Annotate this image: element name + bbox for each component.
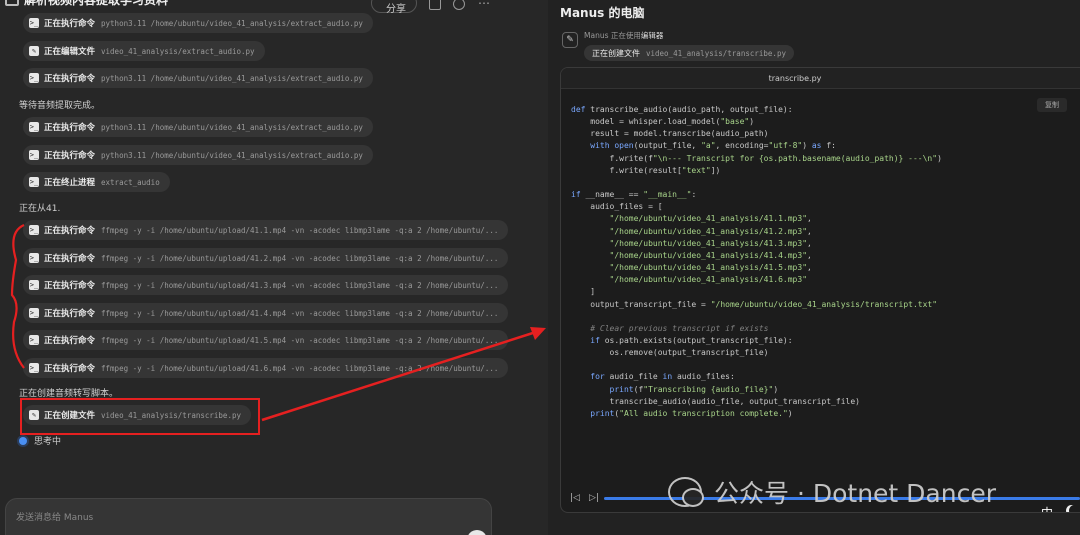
step-arg: ffmpeg -y -i /home/ubuntu/upload/41.6.mp…	[101, 363, 499, 373]
step-label: 正在执行命令	[44, 364, 96, 374]
step-arg: python3.11 /home/ubuntu/video_41_analysi…	[101, 73, 363, 83]
terminal-icon: >_	[29, 18, 39, 28]
message-composer[interactable]: 发送消息给 Manus	[5, 498, 492, 535]
copy-icon[interactable]	[429, 0, 441, 10]
step-label: 正在执行命令	[44, 336, 96, 346]
editor-filename: transcribe.py	[768, 74, 822, 83]
share-label: 分享	[386, 4, 406, 15]
step-chip[interactable]: >_ 正在执行命令 ffmpeg -y -i /home/ubuntu/upload…	[23, 303, 509, 323]
step-chip[interactable]: >_ 正在执行命令 ffmpeg -y -i /home/ubuntu/upload…	[23, 330, 509, 350]
step-arg: ffmpeg -y -i /home/ubuntu/upload/41.5.mp…	[101, 335, 499, 345]
thinking-status: 思考中	[19, 434, 61, 447]
step-label: 正在执行命令	[44, 226, 96, 236]
step-label: 正在执行命令	[44, 19, 96, 29]
step-chip[interactable]: >_ 正在执行命令 python3.11 /home/ubuntu/video_41…	[23, 13, 373, 33]
step-arg: ffmpeg -y -i /home/ubuntu/upload/41.3.mp…	[101, 280, 499, 290]
terminal-icon: >_	[29, 177, 39, 187]
step-chip[interactable]: >_ 正在执行命令 ffmpeg -y -i /home/ubuntu/upload…	[23, 358, 509, 378]
watermark: 公众号 · Dotnet Dancer	[668, 474, 996, 510]
step-label: 正在执行命令	[44, 254, 96, 264]
action-pill: 正在创建文件 video_41_analysis/transcribe.py	[584, 45, 794, 61]
sidebar-toggle-icon[interactable]	[5, 0, 19, 6]
more-icon[interactable]: ⋯	[478, 0, 490, 10]
step-arg: ffmpeg -y -i /home/ubuntu/upload/41.2.mp…	[101, 253, 499, 263]
step-chip[interactable]: >_ 正在执行命令 ffmpeg -y -i /home/ubuntu/upload…	[23, 220, 509, 240]
step-label: 正在执行命令	[44, 123, 96, 133]
step-chip[interactable]: >_ 正在执行命令 ffmpeg -y -i /home/ubuntu/upload…	[23, 275, 509, 295]
thinking-label: 思考中	[34, 437, 62, 447]
step-chip[interactable]: >_ 正在执行命令 ffmpeg -y -i /home/ubuntu/upload…	[23, 248, 509, 268]
annotation-highlight-box	[20, 398, 260, 435]
task-title: 解析视频内容提取学习资料	[24, 0, 169, 7]
step-arg: video_41_analysis/extract_audio.py	[101, 46, 255, 56]
tool-status: ✎ Manus 正在使用编辑器 正在创建文件 video_41_analysis/…	[558, 30, 794, 61]
terminal-icon: >_	[29, 122, 39, 132]
action-arg: video_41_analysis/transcribe.py	[646, 48, 786, 58]
share-button[interactable]: 分享	[371, 0, 417, 15]
chat-panel: 解析视频内容提取学习资料 分享 ⋯ >_ 正在执行命令 python3.11 /ho…	[0, 0, 548, 535]
step-label: 正在终止进程	[44, 178, 96, 188]
using-prefix: Manus 正在使用	[584, 31, 641, 40]
step-arg: ffmpeg -y -i /home/ubuntu/upload/41.1.mp…	[101, 225, 499, 235]
step-chip[interactable]: >_ 正在执行命令 python3.11 /home/ubuntu/video_41…	[23, 117, 373, 137]
terminal-icon: >_	[29, 363, 39, 373]
step-arg: extract_audio	[101, 177, 160, 187]
action-label: 正在创建文件	[592, 48, 640, 58]
wechat-icon	[668, 477, 704, 507]
step-label: 正在执行命令	[44, 309, 96, 319]
terminal-icon: >_	[29, 73, 39, 83]
skip-forward-icon[interactable]: ▷|	[589, 493, 599, 503]
step-arg: python3.11 /home/ubuntu/video_41_analysi…	[101, 18, 363, 28]
step-label: 正在执行命令	[44, 281, 96, 291]
computer-panel: Manus 的电脑 ✎ Manus 正在使用编辑器 正在创建文件 video_41…	[548, 0, 1080, 535]
code-content: def transcribe_audio(audio_path, output_…	[571, 105, 942, 418]
using-tool: 编辑器	[640, 31, 664, 40]
copy-button[interactable]: 复制	[1037, 98, 1067, 112]
step-chip[interactable]: ✎ 正在编辑文件 video_41_analysis/extract_audio.p…	[23, 41, 265, 61]
step-label: 正在编辑文件	[44, 47, 96, 57]
edit-icon: ✎	[29, 46, 39, 56]
composer-placeholder: 发送消息给 Manus	[16, 513, 94, 523]
step-arg: ffmpeg -y -i /home/ubuntu/upload/41.4.mp…	[101, 308, 499, 318]
watermark-text: 公众号 · Dotnet Dancer	[714, 479, 996, 508]
step-label: 正在执行命令	[44, 74, 96, 84]
terminal-icon: >_	[29, 150, 39, 160]
step-arg: python3.11 /home/ubuntu/video_41_analysi…	[101, 122, 363, 132]
step-chip[interactable]: >_ 正在执行命令 python3.11 /home/ubuntu/video_41…	[23, 145, 373, 165]
editor-filename-bar: transcribe.py	[561, 68, 1080, 89]
terminal-icon: >_	[29, 335, 39, 345]
computer-title: Manus 的电脑	[560, 6, 645, 20]
terminal-icon: >_	[29, 280, 39, 290]
assistant-message: 正在从41.	[19, 204, 61, 214]
step-chip[interactable]: >_ 正在终止进程 extract_audio	[23, 172, 170, 192]
app-root: 解析视频内容提取学习资料 分享 ⋯ >_ 正在执行命令 python3.11 /ho…	[0, 0, 1080, 535]
task-header: 解析视频内容提取学习资料	[0, 0, 548, 14]
terminal-icon: >_	[29, 308, 39, 318]
step-label: 正在执行命令	[44, 151, 96, 161]
send-button[interactable]	[467, 530, 487, 535]
editor-icon: ✎	[562, 32, 578, 48]
code-editor: transcribe.py 复制 def transcribe_audio(au…	[560, 67, 1080, 513]
terminal-icon: >_	[29, 253, 39, 263]
assistant-message: 等待音频提取完成。	[19, 101, 101, 111]
using-line: Manus 正在使用编辑器	[584, 30, 794, 41]
terminal-icon: >_	[29, 225, 39, 235]
status-dot-icon	[19, 436, 27, 445]
step-arg: python3.11 /home/ubuntu/video_41_analysi…	[101, 150, 363, 160]
skip-back-icon[interactable]: |◁	[570, 493, 580, 503]
step-chip[interactable]: >_ 正在执行命令 python3.11 /home/ubuntu/video_41…	[23, 68, 373, 88]
